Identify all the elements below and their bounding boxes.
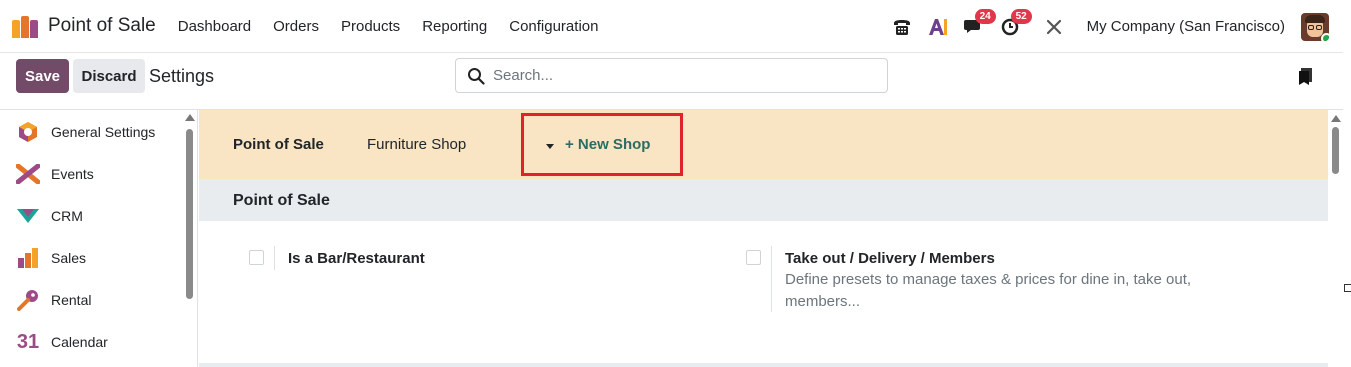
chat-badge: 24: [974, 8, 996, 24]
breadcrumb: Settings: [149, 66, 215, 86]
main-menu: Dashboard Orders Products Reporting Conf…: [167, 18, 610, 35]
content-scroll-thumb[interactable]: [1332, 127, 1339, 174]
sidebar-item-calendar[interactable]: 31 Calendar: [16, 330, 108, 354]
control-panel: Save Discard Settings: [0, 53, 1343, 110]
sidebar-item-label: Calendar: [51, 334, 108, 350]
search-icon: [468, 67, 485, 85]
rental-icon: [16, 288, 40, 312]
book-icon[interactable]: [1298, 67, 1313, 86]
activity-badge: 52: [1010, 8, 1032, 24]
resize-handle-icon[interactable]: [1344, 284, 1351, 292]
ai-icon[interactable]: [927, 16, 949, 38]
sidebar-item-label: Rental: [51, 292, 92, 308]
sidebar-item-crm[interactable]: CRM: [16, 204, 83, 228]
sales-icon: [16, 246, 40, 270]
content-scroll-up-icon[interactable]: [1331, 115, 1341, 122]
sidebar-item-label: Sales: [51, 250, 87, 266]
selected-shop[interactable]: Furniture Shop: [367, 136, 466, 153]
app-title: Point of Sale: [48, 15, 156, 36]
debug-tools-icon[interactable]: [1043, 16, 1065, 38]
caret-down-icon[interactable]: [546, 144, 554, 149]
option-title: Is a Bar/Restaurant: [288, 250, 425, 267]
sidebar-item-label: CRM: [51, 208, 83, 224]
chat-icon[interactable]: 24: [963, 8, 996, 38]
sidebar-item-general-settings[interactable]: General Settings: [16, 120, 155, 144]
events-icon: [16, 162, 40, 186]
sidebar-scroll-up-icon[interactable]: [185, 114, 195, 121]
menu-configuration[interactable]: Configuration: [498, 18, 609, 35]
takeout-delivery-checkbox[interactable]: [746, 250, 761, 265]
menu-orders[interactable]: Orders: [262, 18, 330, 35]
save-button[interactable]: Save: [16, 59, 69, 93]
sidebar-item-label: Events: [51, 166, 94, 182]
option-title: Take out / Delivery / Members: [785, 250, 995, 267]
discard-button[interactable]: Discard: [73, 59, 145, 93]
top-navbar: Point of Sale Dashboard Orders Products …: [0, 0, 1343, 53]
bar-restaurant-checkbox[interactable]: [249, 250, 264, 265]
sidebar-scroll-thumb[interactable]: [186, 129, 193, 299]
settings-sidebar: General Settings Events CRM Sales Rental…: [0, 110, 198, 367]
calendar-icon: 31: [16, 330, 40, 353]
option-description: Define presets to manage taxes & prices …: [785, 271, 1192, 310]
settings-content: Point of Sale Furniture Shop + New Shop …: [199, 110, 1328, 367]
menu-dashboard[interactable]: Dashboard: [167, 18, 262, 35]
search-bar[interactable]: [455, 58, 888, 93]
online-status-icon: [1321, 32, 1329, 41]
activity-clock-icon[interactable]: 52: [999, 8, 1032, 38]
shop-bar-label: Point of Sale: [233, 136, 324, 153]
new-shop-button[interactable]: + New Shop: [565, 136, 650, 153]
systray: 24 52 My Company (San Francisco): [891, 0, 1329, 53]
divider: [274, 246, 275, 270]
window-edge: [1343, 0, 1351, 367]
brand[interactable]: Point of Sale: [12, 14, 156, 38]
next-section-header: [199, 363, 1328, 367]
search-input[interactable]: [493, 67, 873, 84]
phone-icon[interactable]: [891, 16, 913, 38]
company-switcher[interactable]: My Company (San Francisco): [1087, 18, 1285, 35]
sidebar-item-sales[interactable]: Sales: [16, 246, 86, 270]
sidebar-item-events[interactable]: Events: [16, 162, 94, 186]
divider: [771, 246, 772, 312]
section-title: Point of Sale: [233, 192, 330, 209]
menu-products[interactable]: Products: [330, 18, 411, 35]
shop-selector-bar: Point of Sale Furniture Shop + New Shop: [199, 110, 1328, 179]
menu-reporting[interactable]: Reporting: [411, 18, 498, 35]
sidebar-item-label: General Settings: [51, 124, 156, 140]
user-avatar[interactable]: [1301, 12, 1329, 41]
crm-icon: [16, 204, 40, 228]
section-header: Point of Sale: [199, 179, 1328, 221]
sidebar-item-rental[interactable]: Rental: [16, 288, 91, 312]
general-settings-icon: [16, 120, 40, 144]
pos-app-icon: [12, 14, 40, 38]
